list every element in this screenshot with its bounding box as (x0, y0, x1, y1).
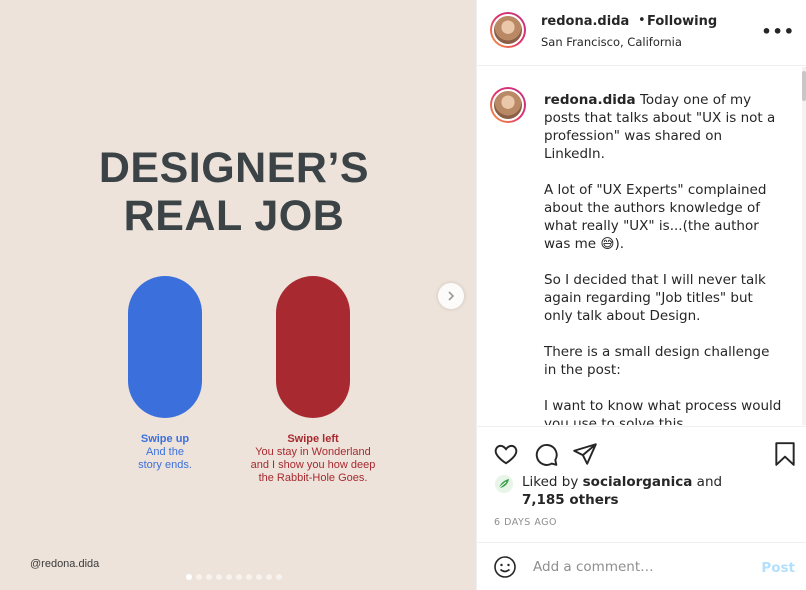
slide-title: DESIGNER’S REAL JOB (0, 144, 468, 240)
red-caption-line: and I show you how deep (250, 459, 376, 471)
carousel-dot (266, 574, 272, 580)
carousel-dot (196, 574, 202, 580)
caption-username[interactable]: redona.dida (544, 92, 636, 108)
red-pill-caption: Swipe left You stay in Wonderland and I … (236, 433, 390, 485)
comments-section: redona.dida Today one of my posts that t… (477, 67, 803, 425)
like-button[interactable] (493, 441, 519, 467)
blue-pill-caption: Swipe up And the story ends. (110, 433, 220, 472)
blue-caption-heading: Swipe up (140, 433, 190, 445)
caption-text: So I decided that I will never talk agai… (544, 272, 766, 324)
liker-username[interactable]: socialorganica (583, 474, 693, 490)
bookmark-icon (775, 442, 795, 466)
leaf-logo-icon (498, 479, 509, 489)
header-separator: • (638, 13, 646, 28)
red-pill (276, 276, 350, 418)
following-button[interactable]: Following (647, 14, 717, 29)
carousel-dot (236, 574, 242, 580)
caption-text: There is a small design challenge in the… (544, 344, 770, 378)
blue-caption-line: And the (146, 446, 184, 458)
next-slide-button[interactable] (438, 283, 464, 309)
carousel-dot (186, 574, 192, 580)
post-caption: redona.dida Today one of my posts that t… (544, 91, 782, 425)
smiley-icon (494, 556, 516, 578)
post-side-panel: redona.dida • Following San Francisco, C… (476, 0, 806, 590)
red-caption-heading: Swipe left (287, 433, 339, 445)
carousel-dot (226, 574, 232, 580)
action-bar (477, 426, 806, 474)
carousel-dots (186, 574, 282, 580)
carousel-dot (276, 574, 282, 580)
instagram-post-view: DESIGNER’S REAL JOB Swipe up And the sto… (0, 0, 806, 590)
caption-text: A lot of "UX Experts" complained about t… (544, 182, 767, 252)
liker-avatar[interactable] (495, 475, 513, 493)
comments-scrollbar[interactable] (802, 67, 806, 425)
carousel-dot (246, 574, 252, 580)
carousel-dot (206, 574, 212, 580)
blue-caption-line: story ends. (138, 459, 192, 471)
paper-plane-icon (573, 443, 597, 465)
header-username[interactable]: redona.dida (541, 14, 629, 29)
avatar[interactable] (490, 87, 526, 123)
add-comment-bar: Post (477, 542, 806, 590)
caption-text: I want to know what process would you us… (544, 398, 782, 425)
more-options-icon[interactable]: ••• (761, 22, 795, 41)
red-caption-line: the Rabbit-Hole Goes. (258, 472, 368, 484)
post-comment-button[interactable]: Post (761, 560, 795, 576)
chevron-right-icon (448, 291, 455, 301)
post-media[interactable]: DESIGNER’S REAL JOB Swipe up And the sto… (0, 0, 476, 590)
slide-title-line2: REAL JOB (123, 192, 345, 240)
likes-and: and (696, 474, 723, 490)
liked-by-label: Liked by (522, 474, 579, 490)
comment-input[interactable] (533, 555, 753, 579)
save-button[interactable] (773, 441, 799, 467)
carousel-dot (256, 574, 262, 580)
carousel-dot (216, 574, 222, 580)
likes-count-link[interactable]: 7,185 others (522, 492, 619, 508)
location-link[interactable]: San Francisco, California (541, 35, 682, 49)
avatar[interactable] (490, 12, 526, 48)
heart-icon (494, 444, 518, 465)
red-caption-line: You stay in Wonderland (255, 446, 371, 458)
post-header: redona.dida • Following San Francisco, C… (477, 0, 806, 66)
slide-handle: @redona.dida (30, 558, 100, 570)
blue-pill (128, 276, 202, 418)
share-button[interactable] (572, 441, 598, 467)
comment-icon (535, 443, 558, 466)
comment-button[interactable] (533, 441, 559, 467)
slide-title-line1: DESIGNER’S (98, 144, 370, 192)
emoji-button[interactable] (493, 555, 517, 583)
post-timestamp[interactable]: 6 DAYS AGO (494, 517, 557, 528)
